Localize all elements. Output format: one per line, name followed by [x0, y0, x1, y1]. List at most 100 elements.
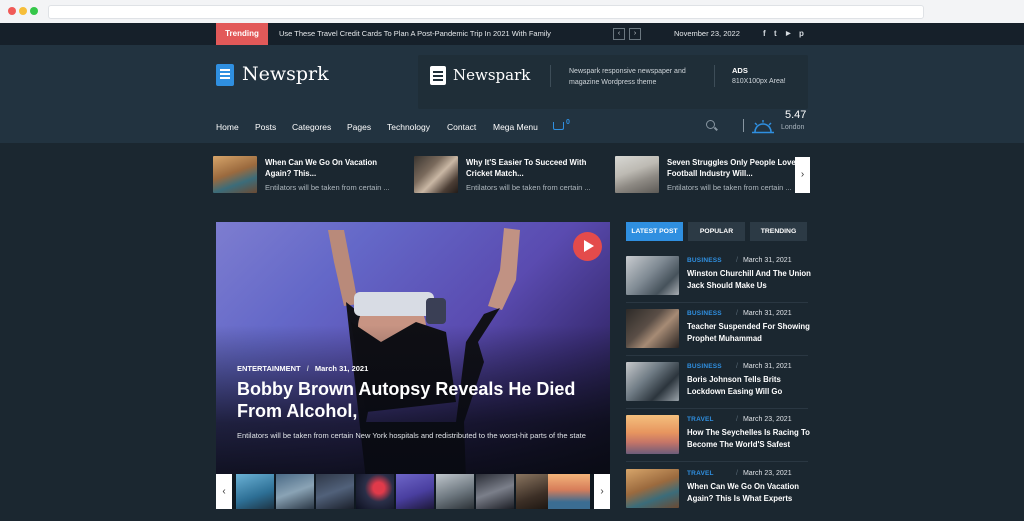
sidebar-post-title[interactable]: Teacher Suspended For Showing Prophet Mu… — [687, 321, 811, 345]
site-logo[interactable]: Newsprk — [242, 63, 329, 85]
hero-meta: ENTERTAINMENT / March 31, 2021 — [237, 364, 368, 373]
sidebar-post[interactable]: BUSINESS / March 31, 2021 Winston Churchi… — [626, 256, 811, 300]
sidebar-post-category[interactable]: TRAVEL — [687, 470, 714, 477]
thumb-image[interactable] — [316, 474, 354, 509]
thumb-image[interactable] — [436, 474, 474, 509]
sidebar-post-title[interactable]: Winston Churchill And The Union Jack Sho… — [687, 268, 811, 292]
strip-next-button[interactable]: › — [795, 157, 810, 193]
strip-excerpt: Entilators will be taken from certain ..… — [265, 183, 390, 192]
cart-count: 0 — [566, 119, 570, 126]
sidebar-post-date: / March 31, 2021 — [736, 257, 792, 264]
ad-divider — [714, 65, 715, 87]
browser-chrome — [0, 0, 1024, 24]
ad-description: Newspark responsive newspaper and magazi… — [569, 68, 686, 86]
strip-item[interactable]: When Can We Go On Vacation Again? This..… — [213, 156, 408, 196]
tab-trending[interactable]: TRENDING — [750, 222, 807, 241]
play-icon[interactable] — [573, 232, 602, 261]
ad-size: 810X100px Area! — [732, 78, 786, 85]
sidebar-post[interactable]: TRAVEL / March 23, 2021 How The Seychelle… — [626, 415, 811, 459]
cart-icon[interactable] — [553, 122, 564, 130]
sidebar-divider — [626, 461, 808, 462]
weather-city: London — [781, 124, 805, 131]
trending-badge: Trending — [216, 23, 268, 45]
nav-item-technology[interactable]: Technology — [387, 119, 430, 135]
current-date: November 23, 2022 — [674, 29, 740, 38]
trending-prev-button[interactable]: ‹ — [613, 28, 625, 40]
site-header: Newsprk Newspark Newspark responsive new… — [0, 45, 1024, 119]
thumb-image[interactable] — [236, 474, 274, 509]
hero-thumbnail-strip: ‹ › — [216, 474, 610, 509]
sidebar-divider — [626, 408, 808, 409]
browser-window: Trending Use These Travel Credit Cards T… — [0, 0, 1024, 521]
address-bar[interactable] — [48, 5, 924, 19]
strip-excerpt: Entilators will be taken from certain ..… — [667, 183, 792, 192]
pinterest-icon[interactable]: p — [799, 29, 804, 38]
weather-temp: 5.47 — [785, 109, 807, 121]
thumbs-prev-button[interactable]: ‹ — [216, 474, 232, 509]
thumb-image[interactable] — [548, 474, 590, 509]
thumb-image[interactable] — [356, 474, 394, 509]
strip-item[interactable]: Seven Struggles Only People Love Footbal… — [615, 156, 796, 196]
trending-headline[interactable]: Use These Travel Credit Cards To Plan A … — [279, 29, 551, 38]
sidebar-post-date: / March 31, 2021 — [736, 363, 792, 370]
close-dot-icon[interactable] — [8, 7, 16, 15]
tab-latest-post[interactable]: LATEST POST — [626, 222, 683, 241]
sidebar-post-thumb[interactable] — [626, 309, 679, 348]
sidebar-post-title[interactable]: When Can We Go On Vacation Again? This I… — [687, 481, 811, 505]
hero-excerpt: Entilators will be taken from certain Ne… — [237, 431, 586, 440]
main-nav: Home Posts Categores Pages Technology Co… — [0, 109, 1024, 143]
sidebar-post-category[interactable]: BUSINESS — [687, 363, 722, 370]
sidebar-divider — [626, 302, 808, 303]
sidebar-post-title[interactable]: Boris Johnson Tells Brits Lockdown Easin… — [687, 374, 811, 398]
sidebar-divider — [626, 355, 808, 356]
thumb-image[interactable] — [396, 474, 434, 509]
thumb-image[interactable] — [276, 474, 314, 509]
ad-divider — [550, 65, 551, 87]
facebook-icon[interactable]: f — [763, 29, 766, 38]
hero-overlay — [216, 222, 610, 480]
hero-category[interactable]: ENTERTAINMENT — [237, 364, 301, 373]
sidebar-post[interactable]: BUSINESS / March 31, 2021 Boris Johnson T… — [626, 362, 808, 406]
strip-title[interactable]: Why It'S Easier To Succeed With Cricket … — [466, 157, 601, 179]
strip-thumb-image[interactable] — [615, 156, 659, 193]
maximize-dot-icon[interactable] — [30, 7, 38, 15]
thumbs-next-button[interactable]: › — [594, 474, 610, 509]
ad-banner[interactable]: Newspark Newspark responsive newspaper a… — [418, 55, 808, 109]
hero-date: March 31, 2021 — [314, 364, 369, 373]
search-icon[interactable] — [706, 120, 715, 129]
nav-item-mega-menu[interactable]: Mega Menu — [493, 119, 538, 135]
sidebar-post-category[interactable]: BUSINESS — [687, 310, 722, 317]
nav-item-posts[interactable]: Posts — [255, 119, 276, 135]
strip-title[interactable]: Seven Struggles Only People Love Footbal… — [667, 157, 802, 179]
youtube-icon[interactable]: ▶ — [786, 30, 791, 37]
sidebar-post-date: / March 23, 2021 — [736, 416, 792, 423]
hero-title[interactable]: Bobby Brown Autopsy Reveals He Died From… — [237, 378, 597, 422]
nav-item-contact[interactable]: Contact — [447, 119, 476, 135]
nav-item-categories[interactable]: Categores — [292, 119, 331, 135]
hero-post[interactable]: ENTERTAINMENT / March 31, 2021 Bobby Bro… — [216, 222, 610, 480]
sidebar-post[interactable]: BUSINESS / March 31, 2021 Teacher Suspend… — [626, 309, 811, 353]
sidebar-post-title[interactable]: How The Seychelles Is Racing To Become T… — [687, 427, 811, 451]
strip-thumb-image[interactable] — [414, 156, 458, 193]
site-page: Trending Use These Travel Credit Cards T… — [0, 23, 1024, 521]
sidebar-post-category[interactable]: BUSINESS — [687, 257, 722, 264]
sidebar-post[interactable]: TRAVEL / March 23, 2021 When Can We Go On… — [626, 469, 808, 513]
sidebar-post-thumb[interactable] — [626, 362, 679, 401]
sidebar-post-thumb[interactable] — [626, 256, 679, 295]
strip-thumb-image[interactable] — [213, 156, 257, 193]
sidebar-post-category[interactable]: TRAVEL — [687, 416, 714, 423]
nav-item-pages[interactable]: Pages — [347, 119, 371, 135]
ad-logo: Newspark — [453, 66, 531, 84]
thumb-image[interactable] — [476, 474, 514, 509]
sidebar-post-thumb[interactable] — [626, 415, 679, 454]
nav-item-home[interactable]: Home — [216, 119, 239, 135]
minimize-dot-icon[interactable] — [19, 7, 27, 15]
twitter-icon[interactable]: t — [774, 29, 777, 38]
strip-title[interactable]: When Can We Go On Vacation Again? This..… — [265, 157, 400, 179]
strip-item[interactable]: Why It'S Easier To Succeed With Cricket … — [414, 156, 609, 196]
ad-title: ADS — [732, 66, 748, 75]
trending-next-button[interactable]: › — [629, 28, 641, 40]
tab-popular[interactable]: POPULAR — [688, 222, 745, 241]
sidebar-post-thumb[interactable] — [626, 469, 679, 508]
top-bar: Trending Use These Travel Credit Cards T… — [0, 23, 1024, 45]
